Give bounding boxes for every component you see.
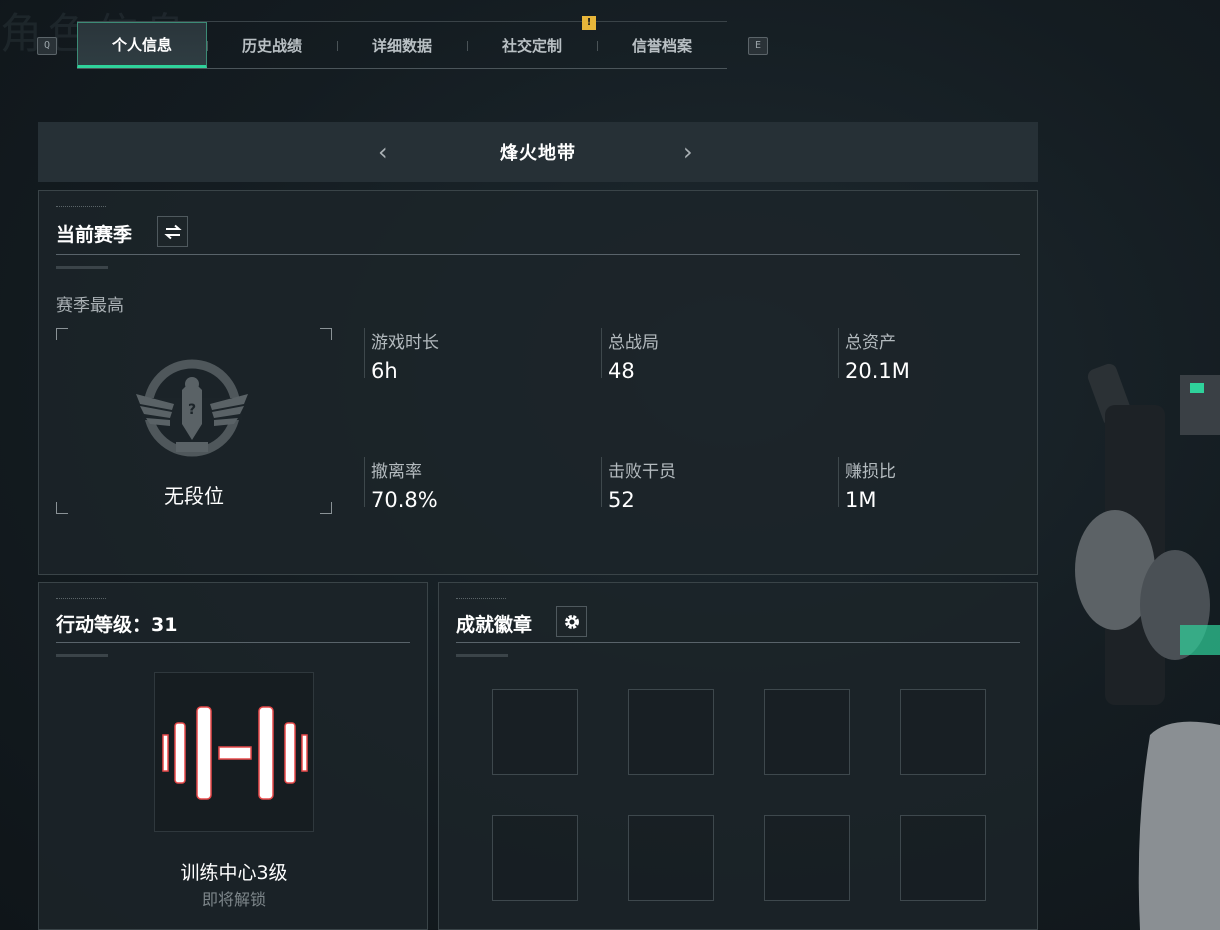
season-heading: 当前赛季 <box>56 224 133 246</box>
swap-icon <box>163 224 182 239</box>
gear-icon <box>564 614 579 629</box>
stat-total-assets: 总资产 20.1M <box>838 328 1068 383</box>
prev-tab-key[interactable]: Q <box>37 37 57 55</box>
action-level-heading: 行动等级：31 <box>56 614 178 636</box>
badge-slot[interactable] <box>628 689 714 775</box>
sub-tag <box>456 654 508 657</box>
panel-tag <box>56 206 106 208</box>
sub-tag <box>56 266 108 269</box>
divider <box>56 254 1020 255</box>
badge-slot[interactable] <box>628 815 714 901</box>
mode-selector: ‹ 烽火地带 › <box>38 122 1038 182</box>
rank-eagle-emblem: ? <box>136 359 248 457</box>
stat-playtime: 游戏时长 6h <box>364 328 594 383</box>
next-tab-key[interactable]: E <box>748 37 768 55</box>
alert-badge: ! <box>582 16 596 30</box>
action-level-panel: 行动等级：31 训练中心3级 即将解锁 <box>38 582 428 930</box>
top-tab-bar: 个人信息 历史战绩 详细数据 社交定制 ! 信誉档案 <box>77 16 727 69</box>
badge-slot[interactable] <box>900 815 986 901</box>
achievements-heading: 成就徽章 <box>456 614 533 636</box>
stat-total-matches: 总战局 48 <box>601 328 831 383</box>
unlock-name: 训练中心3级 <box>180 862 288 884</box>
stat-extraction-rate: 撤离率 70.8% <box>364 457 594 512</box>
badge-settings-button[interactable] <box>556 606 587 637</box>
operator-character-image <box>1075 363 1220 930</box>
rank-frame: ? 无段位 <box>56 328 332 514</box>
badge-slot[interactable] <box>492 689 578 775</box>
tab-personal-info[interactable]: 个人信息 <box>77 22 207 68</box>
frame-corner <box>56 328 68 340</box>
badge-slot[interactable] <box>900 689 986 775</box>
tab-reputation[interactable]: 信誉档案 <box>597 22 727 68</box>
unlock-icon-frame <box>154 672 314 832</box>
tab-battle-history[interactable]: 历史战绩 <box>207 22 337 68</box>
swap-button[interactable] <box>157 216 188 247</box>
panel-tag <box>56 598 106 600</box>
badge-slot[interactable] <box>764 689 850 775</box>
tab-social-custom[interactable]: 社交定制 ! <box>467 16 597 68</box>
stat-operators-defeated: 击败干员 52 <box>601 457 831 512</box>
divider <box>56 642 410 643</box>
svg-text:?: ? <box>188 402 196 418</box>
achievements-panel: 成就徽章 <box>438 582 1038 930</box>
divider <box>456 642 1020 643</box>
stat-profit-loss-ratio: 赚损比 1M <box>838 457 1068 512</box>
badge-slot[interactable] <box>764 815 850 901</box>
dumbbell-icon <box>162 706 308 800</box>
panel-tag <box>456 598 506 600</box>
tab-detailed-data[interactable]: 详细数据 <box>337 22 467 68</box>
frame-corner <box>320 328 332 340</box>
chevron-left-icon[interactable]: ‹ <box>378 138 388 166</box>
season-panel: 当前赛季 赛季最高 ? 无段位 游戏时长 6h 总战局 48 总资产 20.1M… <box>38 190 1038 575</box>
rank-text: 无段位 <box>164 484 224 508</box>
chevron-right-icon[interactable]: › <box>683 138 693 166</box>
badge-slot[interactable] <box>492 815 578 901</box>
sub-tag <box>56 654 108 657</box>
unlock-status: 即将解锁 <box>201 890 266 909</box>
mode-title: 烽火地带 <box>500 143 576 164</box>
season-best-label: 赛季最高 <box>56 296 124 316</box>
